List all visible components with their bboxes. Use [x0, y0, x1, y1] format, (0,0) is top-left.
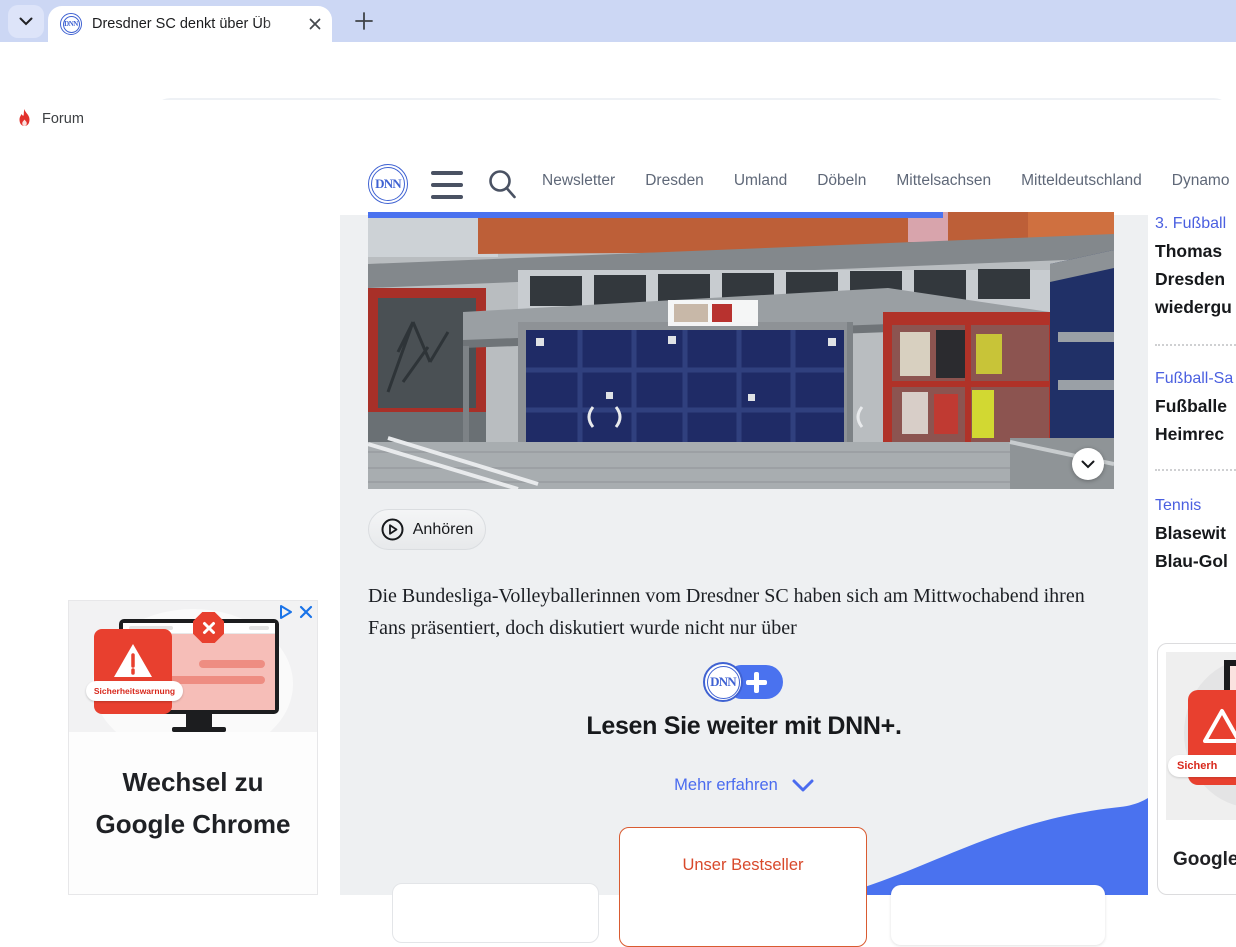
search-button[interactable] [487, 168, 517, 200]
more-info-link[interactable]: Mehr erfahren [340, 776, 1148, 795]
nav-item-mitteldeutschland[interactable]: Mitteldeutschland [1021, 172, 1142, 190]
dnn-plus-logo: DNN [703, 662, 783, 702]
play-icon [381, 518, 404, 541]
search-icon [489, 170, 516, 199]
bestseller-offer-card[interactable]: Unser Bestseller [619, 827, 867, 947]
adchoices-icon[interactable] [278, 604, 295, 620]
chevron-down-icon [19, 17, 33, 26]
browser-toolbar: dnn.de/sport/regional/dresdner-sc-denkt-… [0, 42, 1236, 135]
bestseller-label: Unser Bestseller [682, 856, 804, 874]
warning-pill: Sicherh [1168, 755, 1236, 777]
ad-controls [278, 604, 314, 620]
ad-illustration: Sicherheitswarnung [69, 601, 317, 732]
flame-icon [19, 109, 30, 126]
sidebar-headline-line[interactable]: Blasewit [1155, 523, 1226, 544]
sidebar-category[interactable]: Tennis [1155, 497, 1201, 515]
sidebar-headline-line[interactable]: Fußballe [1155, 396, 1227, 417]
plus-icon [355, 12, 373, 30]
warning-box-icon [94, 629, 172, 714]
nav-item-dynamo[interactable]: Dynamo [1172, 172, 1230, 190]
tab-title: Dresdner SC denkt über Üb [92, 16, 271, 32]
nav-item-dresden[interactable]: Dresden [645, 172, 704, 190]
blocked-icon [193, 612, 224, 643]
nav-item-umland[interactable]: Umland [734, 172, 787, 190]
warning-triangle-icon [1203, 709, 1236, 743]
close-icon [309, 18, 321, 30]
ad-close-icon[interactable] [298, 604, 314, 620]
paywall-headline: Lesen Sie weiter mit DNN+. [586, 712, 902, 740]
nav-item-doebeln[interactable]: Döbeln [817, 172, 866, 190]
warning-pill: Sicherheitswarnung [86, 681, 183, 701]
site-nav: Newsletter Dresden Umland Döbeln Mittels… [542, 172, 1229, 190]
tab-strip: DNN Dresdner SC denkt über Üb [0, 0, 1236, 42]
nav-item-mittelsachsen[interactable]: Mittelsachsen [896, 172, 991, 190]
listen-label: Anhören [412, 520, 474, 538]
chevron-down-icon [1081, 460, 1095, 468]
ad-google-chrome-right[interactable]: Sicherh Google [1157, 643, 1236, 895]
tab-close-button[interactable] [307, 16, 323, 32]
new-tab-button[interactable] [352, 9, 376, 33]
sidebar-divider [1155, 344, 1236, 346]
ad-illustration: Sicherh [1166, 652, 1236, 820]
sidebar-headline-line[interactable]: Blau-Gol [1155, 551, 1228, 572]
image-caption-toggle-button[interactable] [1072, 448, 1104, 480]
sidebar-headline-line[interactable]: Dresden [1155, 269, 1225, 290]
ad-google-chrome-left[interactable]: Sicherheitswarnung Wechsel zu Google Chr… [68, 600, 318, 895]
ad-headline: Wechsel zu Google Chrome [95, 767, 291, 839]
article-hero-image [368, 212, 1114, 489]
tab-search-button[interactable] [8, 5, 44, 38]
dnn-favicon-icon: DNN [60, 13, 82, 35]
ad-headline: Google [1173, 849, 1236, 870]
dnn-logo[interactable]: DNN [368, 164, 408, 204]
bookmark-bar: Forum [0, 100, 1236, 142]
margon-arena-photo [368, 212, 1114, 489]
sidebar-headline-line[interactable]: Heimrec [1155, 424, 1224, 445]
sidebar-category[interactable]: 3. Fußball [1155, 215, 1226, 233]
offer-card-left[interactable] [392, 883, 599, 943]
article-paragraph: Die Bundesliga-Volleyballerinnen vom Dre… [368, 585, 1085, 639]
sidebar-divider [1155, 469, 1236, 471]
warning-triangle-icon [114, 644, 152, 677]
bookmark-label: Forum [42, 110, 84, 127]
sidebar-category[interactable]: Fußball-Sa [1155, 370, 1233, 388]
bookmark-forum[interactable]: Forum [16, 109, 84, 128]
page-viewport: DNN Newsletter Dresden Umland Döbeln Mit… [0, 142, 1236, 947]
sidebar-headline-line[interactable]: Thomas [1155, 241, 1222, 262]
offer-card-right[interactable] [891, 885, 1105, 945]
nav-item-newsletter[interactable]: Newsletter [542, 172, 615, 190]
menu-button[interactable] [431, 171, 463, 199]
chevron-down-icon [792, 779, 814, 792]
reading-progress-bar [368, 212, 943, 218]
sidebar-headline-line[interactable]: wiedergu [1155, 297, 1232, 318]
listen-button[interactable]: Anhören [368, 509, 486, 550]
browser-tab[interactable]: DNN Dresdner SC denkt über Üb [48, 6, 332, 42]
